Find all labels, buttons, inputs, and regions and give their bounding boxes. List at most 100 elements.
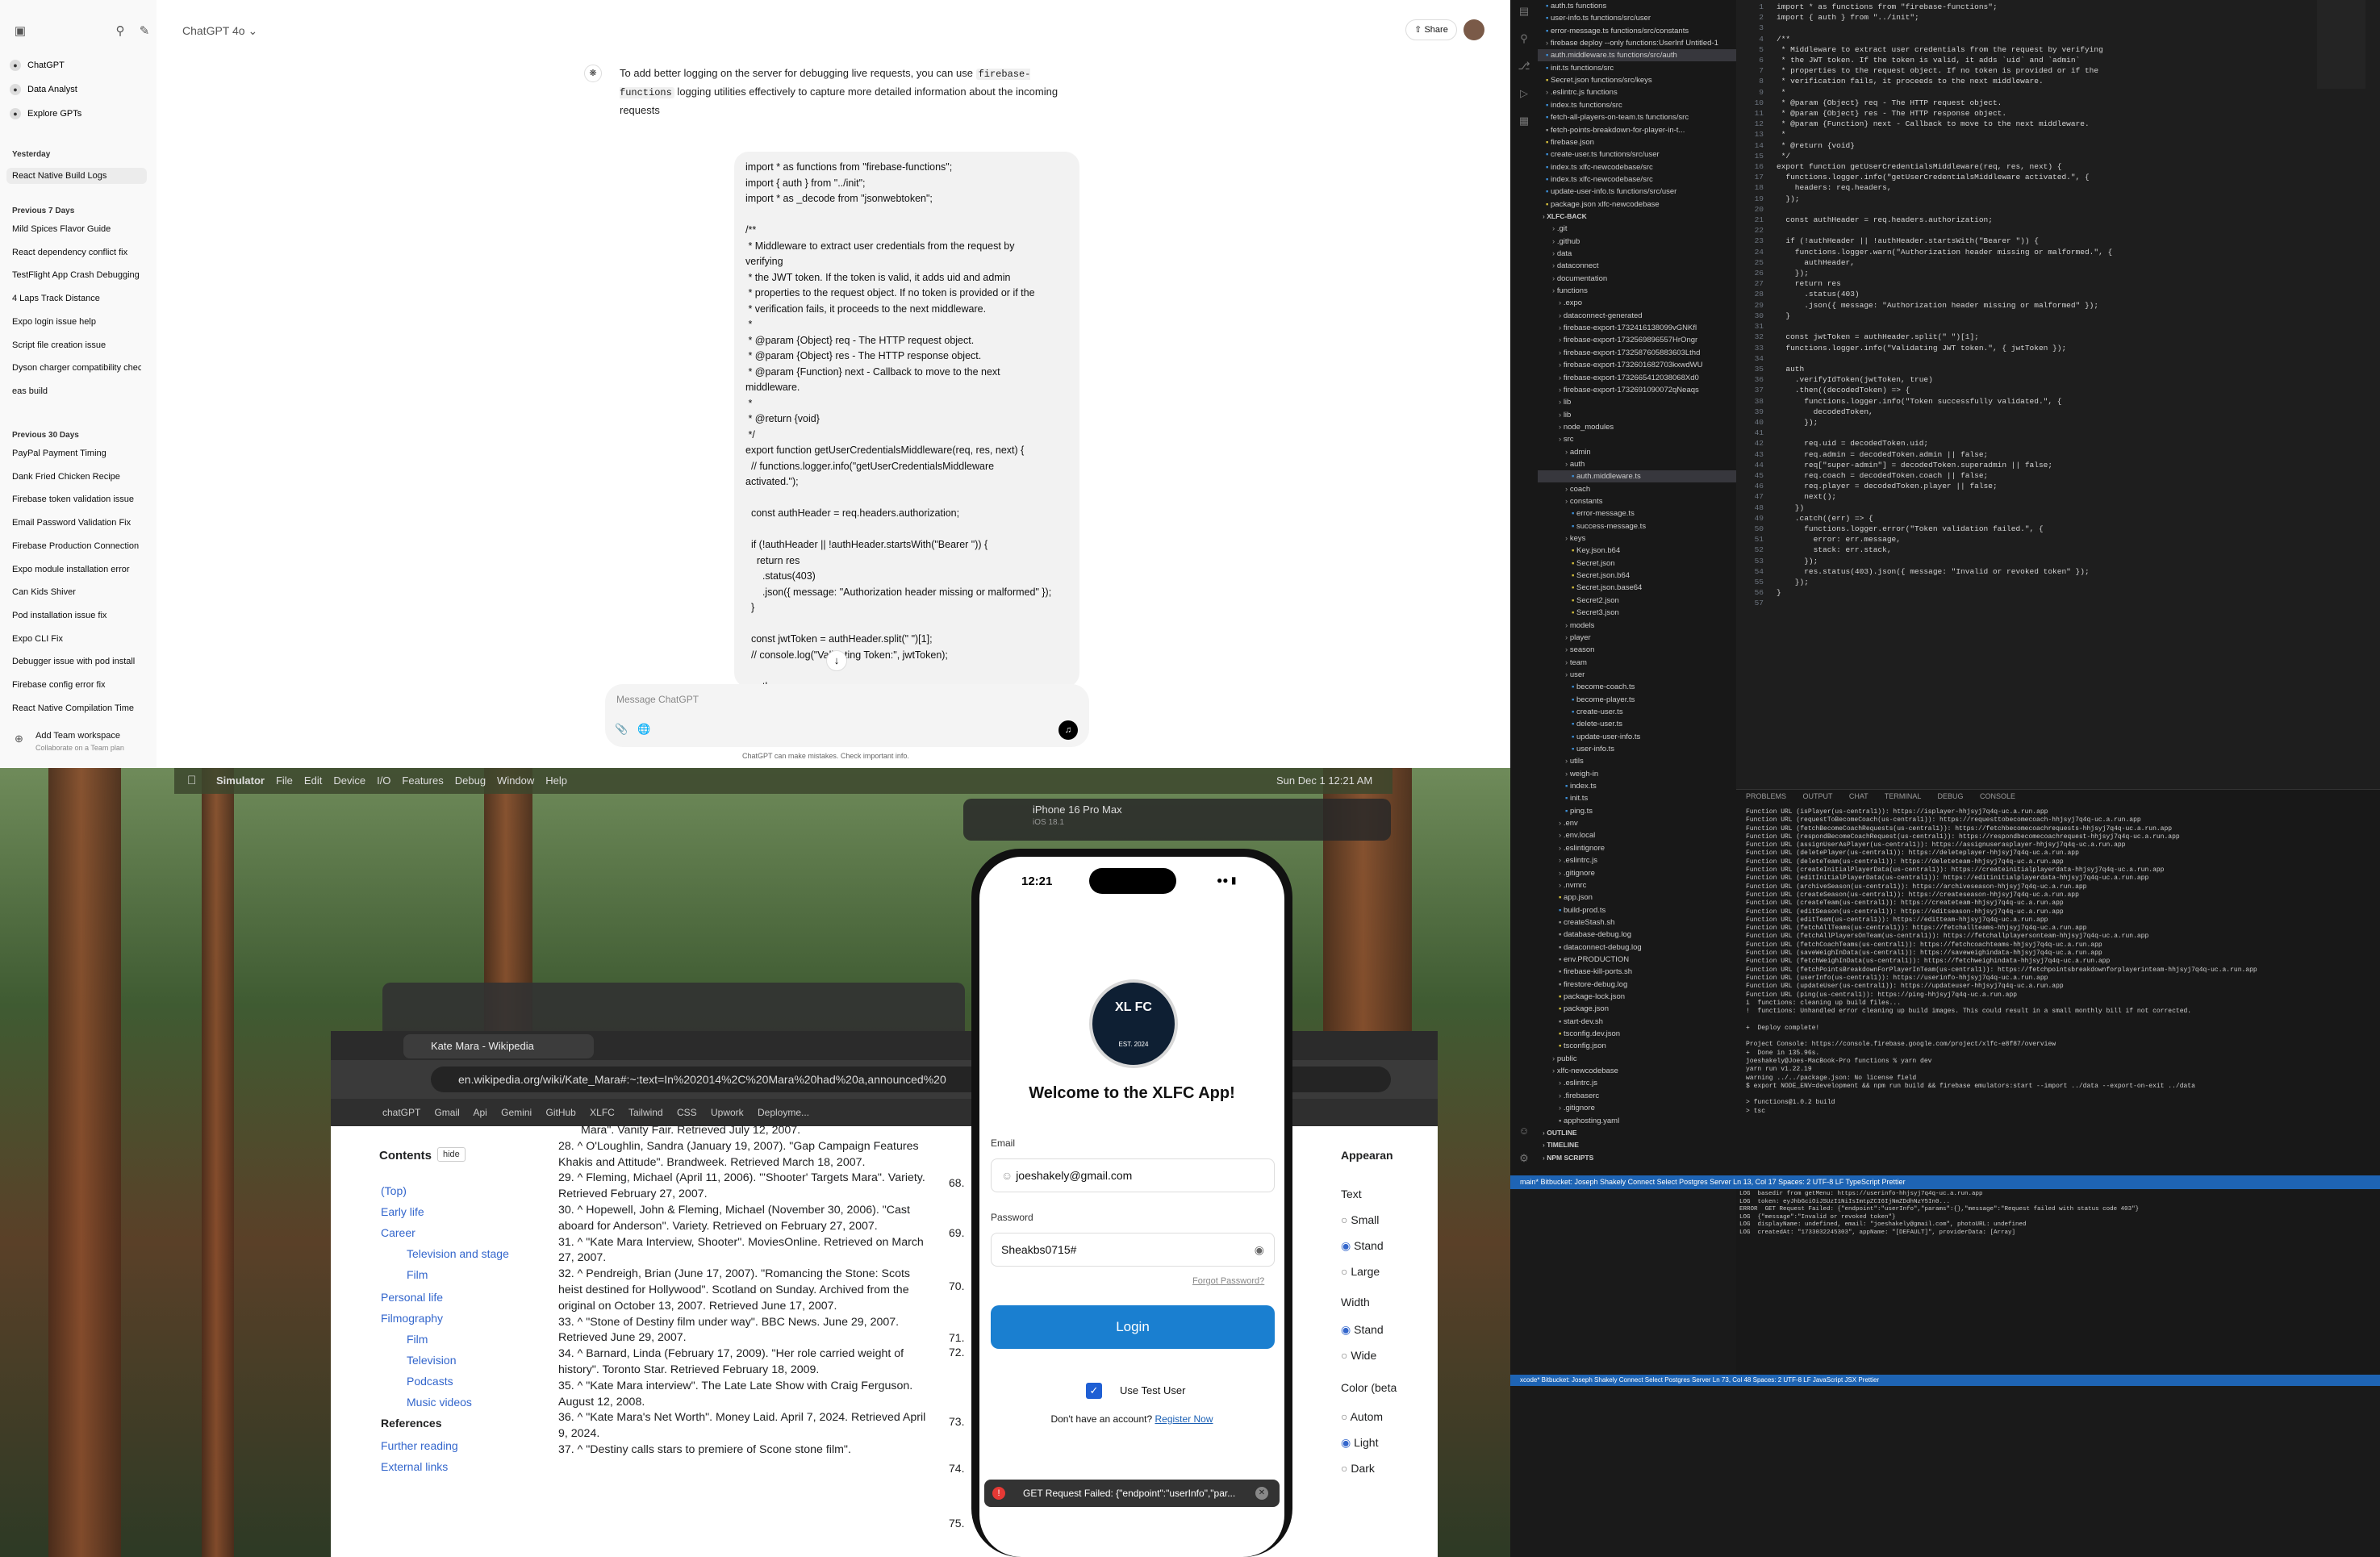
explorer-row[interactable]: ▪ delete-user.ts bbox=[1538, 718, 1736, 730]
new-chat-icon[interactable]: ✎ bbox=[137, 24, 152, 39]
minimap[interactable] bbox=[2317, 0, 2365, 89]
toc-item[interactable]: Further reading bbox=[381, 1439, 458, 1452]
model-selector[interactable]: ChatGPT 4o ⌄ bbox=[182, 24, 257, 38]
explorer-row[interactable]: › lib bbox=[1538, 396, 1736, 408]
menu-item[interactable]: Edit bbox=[304, 774, 322, 787]
explorer-row[interactable]: › data bbox=[1538, 248, 1736, 260]
explorer-row[interactable]: ▪ update-user-info.ts functions/src/user bbox=[1538, 186, 1736, 198]
sidebar-chat-item[interactable]: Expo login issue help bbox=[12, 317, 141, 327]
toc-item[interactable]: Filmography bbox=[381, 1312, 443, 1325]
explorer-row[interactable]: › .gitignore bbox=[1538, 867, 1736, 879]
explorer-row[interactable]: ▪ fetch-points-breakdown-for-player-in-t… bbox=[1538, 124, 1736, 136]
explorer-row[interactable]: › lib bbox=[1538, 409, 1736, 421]
explorer-row[interactable]: › NPM SCRIPTS bbox=[1538, 1152, 1736, 1164]
appearance-option[interactable]: ○ Autom bbox=[1341, 1410, 1383, 1423]
toc-hide-button[interactable]: hide bbox=[437, 1147, 466, 1162]
explorer-row[interactable]: ▪ start-dev.sh bbox=[1538, 1016, 1736, 1028]
sidebar-chat-item[interactable]: Can Kids Shiver bbox=[12, 587, 141, 597]
sidebar-chat-item[interactable]: PayPal Payment Timing bbox=[12, 449, 141, 458]
search-icon[interactable]: ⚲ bbox=[113, 24, 127, 39]
sidebar-chat-item[interactable]: React Native Build Logs bbox=[6, 168, 147, 184]
explorer-row[interactable]: ▪ index.ts bbox=[1538, 780, 1736, 792]
explorer-row[interactable]: ▪ auth.middleware.ts functions/src/auth bbox=[1538, 49, 1736, 62]
panel-tabs[interactable]: PROBLEMS OUTPUT CHAT TERMINAL DEBUG CONS… bbox=[1746, 792, 2015, 800]
sidebar-chat-item[interactable]: 4 Laps Track Distance bbox=[12, 294, 141, 303]
toc-item[interactable]: (Top) bbox=[381, 1184, 407, 1197]
toc-item[interactable]: Film bbox=[407, 1268, 428, 1281]
explorer-row[interactable]: › firebase-export-1732569896557HrOngr bbox=[1538, 334, 1736, 346]
explorer-row[interactable]: › keys bbox=[1538, 532, 1736, 545]
appearance-option[interactable]: ○ Dark bbox=[1341, 1462, 1375, 1475]
explorer-row[interactable]: › functions bbox=[1538, 285, 1736, 297]
gear-icon[interactable]: ⚙ bbox=[1518, 1152, 1530, 1165]
menu-item[interactable]: Help bbox=[545, 774, 567, 787]
explorer-row[interactable]: ▪ become-player.ts bbox=[1538, 694, 1736, 706]
sidebar-nav-item[interactable]: ● Explore GPTs bbox=[10, 105, 152, 123]
explorer-row[interactable]: ▪ init.ts bbox=[1538, 792, 1736, 804]
explorer-row[interactable]: ▪ firestore-debug.log bbox=[1538, 979, 1736, 991]
explorer-row[interactable]: ▪ dataconnect-debug.log bbox=[1538, 941, 1736, 954]
toc-item[interactable]: References bbox=[381, 1417, 442, 1430]
explorer-row[interactable]: › .eslintrc.js bbox=[1538, 1077, 1736, 1089]
appearance-option[interactable]: ○ Small bbox=[1341, 1213, 1379, 1226]
appearance-option[interactable]: ◉ Stand bbox=[1341, 1239, 1384, 1253]
browser-tab[interactable]: Kate Mara - Wikipedia bbox=[403, 1034, 594, 1058]
explorer-row[interactable]: ▪ error-message.ts functions/src/constan… bbox=[1538, 25, 1736, 37]
explorer-row[interactable]: ▪ success-message.ts bbox=[1538, 520, 1736, 532]
explorer-row[interactable]: ▪ firebase-kill-ports.sh bbox=[1538, 966, 1736, 978]
eye-icon[interactable]: ◉ bbox=[1255, 1233, 1264, 1266]
share-button[interactable]: ⇧ Share bbox=[1405, 19, 1457, 40]
explorer-row[interactable]: › firebase-export-1732416138099vGNKfl bbox=[1538, 322, 1736, 334]
explorer-row[interactable]: ▪ database-debug.log bbox=[1538, 929, 1736, 941]
explorer-row[interactable]: › admin bbox=[1538, 446, 1736, 458]
toc-item[interactable]: Personal life bbox=[381, 1291, 443, 1304]
explorer-row[interactable]: › firebase-export-1732587605883603Lthd bbox=[1538, 347, 1736, 359]
sidebar-chat-item[interactable]: eas build bbox=[12, 386, 141, 396]
sidebar-nav-item[interactable]: ● ChatGPT bbox=[10, 56, 152, 74]
sidebar-chat-item[interactable]: Email Password Validation Fix bbox=[12, 518, 141, 528]
toc-item[interactable]: Career bbox=[381, 1226, 415, 1239]
explorer-row[interactable]: ▪ Secret.json functions/src/keys bbox=[1538, 74, 1736, 86]
extensions-icon[interactable]: ▦ bbox=[1518, 115, 1530, 127]
explorer-row[interactable]: ▪ index.ts functions/src bbox=[1538, 99, 1736, 111]
attach-icon[interactable]: 📎 bbox=[615, 723, 628, 736]
explorer-row[interactable]: › dataconnect-generated bbox=[1538, 310, 1736, 322]
sidebar-chat-item[interactable]: Expo CLI Fix bbox=[12, 634, 141, 644]
menu-item[interactable]: Device bbox=[333, 774, 365, 787]
menu-item[interactable]: File bbox=[276, 774, 293, 787]
explorer-row[interactable]: › firebase deploy --only functions:UserI… bbox=[1538, 37, 1736, 49]
sidebar-chat-item[interactable]: React dependency conflict fix bbox=[12, 248, 141, 257]
status-bar-2[interactable]: xcode* Bitbucket: Joseph Shakely Connect… bbox=[1510, 1375, 2380, 1386]
explorer-row[interactable]: › .eslintrc.js bbox=[1538, 854, 1736, 866]
account-icon[interactable]: ☺ bbox=[1518, 1125, 1530, 1137]
explorer-row[interactable]: › constants bbox=[1538, 495, 1736, 507]
apple-icon[interactable]:  bbox=[187, 768, 196, 794]
explorer-row[interactable]: › public bbox=[1538, 1053, 1736, 1065]
toc-item[interactable]: External links bbox=[381, 1460, 448, 1473]
sidebar-chat-item[interactable]: Firebase config error fix bbox=[12, 680, 141, 690]
explorer-row[interactable]: › node_modules bbox=[1538, 421, 1736, 433]
explorer-row[interactable]: ▪ create-user.ts bbox=[1538, 706, 1736, 718]
sidebar-chat-item[interactable]: Mild Spices Flavor Guide bbox=[12, 224, 141, 234]
toc-item[interactable]: Podcasts bbox=[407, 1375, 453, 1388]
explorer-row[interactable]: › firebase-export-1732665412038068Xd0 bbox=[1538, 372, 1736, 384]
explorer-row[interactable]: › .nvmrc bbox=[1538, 879, 1736, 891]
explorer-row[interactable]: › .env bbox=[1538, 817, 1736, 829]
sidebar-chat-item[interactable]: Dyson charger compatibility check bbox=[12, 363, 141, 373]
explorer-row[interactable]: ▪ user-info.ts bbox=[1538, 743, 1736, 755]
search-icon[interactable]: ⚲ bbox=[1518, 32, 1530, 45]
sidebar-chat-item[interactable]: Pod installation issue fix bbox=[12, 611, 141, 620]
explorer-row[interactable]: › coach bbox=[1538, 483, 1736, 495]
explorer-row[interactable]: › team bbox=[1538, 657, 1736, 669]
menu-item[interactable]: I/O bbox=[377, 774, 390, 787]
debug-icon[interactable]: ▷ bbox=[1518, 87, 1530, 100]
explorer-row[interactable]: ▪ Key.json.b64 bbox=[1538, 545, 1736, 557]
sidebar-chat-item[interactable]: Firebase Production Connection bbox=[12, 541, 141, 551]
explorer-row[interactable]: › src bbox=[1538, 433, 1736, 445]
explorer-row[interactable]: ▪ tsconfig.dev.json bbox=[1538, 1028, 1736, 1040]
sidebar-chat-item[interactable]: Firebase token validation issue bbox=[12, 495, 141, 504]
source-control-icon[interactable]: ⎇ bbox=[1518, 60, 1530, 73]
register-link[interactable]: Register Now bbox=[1155, 1413, 1213, 1425]
explorer-row[interactable]: ▪ create-user.ts functions/src/user bbox=[1538, 148, 1736, 161]
explorer-row[interactable]: › models bbox=[1538, 620, 1736, 632]
